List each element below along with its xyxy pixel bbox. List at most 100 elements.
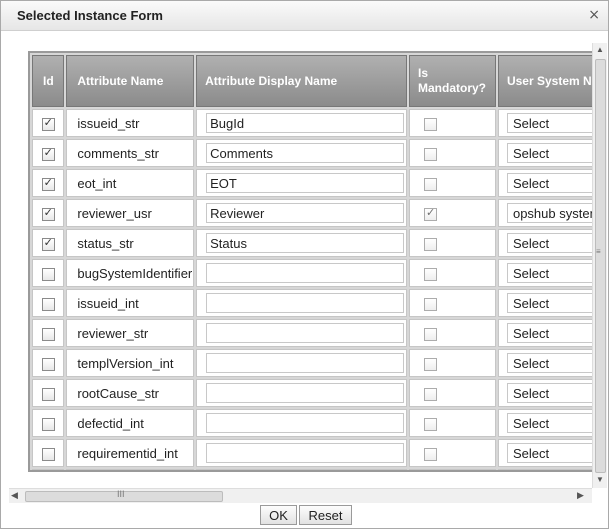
- display-name-input[interactable]: [206, 383, 405, 403]
- id-cell: [32, 139, 65, 167]
- ok-button[interactable]: OK: [260, 505, 297, 525]
- horizontal-scrollbar[interactable]: ◀ III ▶: [9, 488, 592, 503]
- display-name-cell: [196, 109, 407, 137]
- user-system-cell: Select: [497, 259, 592, 287]
- id-checkbox[interactable]: [41, 267, 55, 281]
- user-system-cell: Select: [497, 229, 592, 257]
- id-cell: [32, 379, 65, 407]
- user-system-cell: Select: [497, 289, 592, 317]
- vertical-grip-icon: ≡: [596, 247, 601, 256]
- display-name-input[interactable]: [206, 233, 405, 253]
- mandatory-checkbox[interactable]: [423, 147, 437, 161]
- mandatory-checkbox[interactable]: [423, 267, 437, 281]
- mandatory-checkbox[interactable]: [423, 447, 437, 461]
- user-system-select[interactable]: Select: [506, 263, 592, 283]
- user-system-select[interactable]: opshub system: [506, 203, 592, 223]
- vertical-scroll-thumb[interactable]: [595, 59, 606, 473]
- id-checkbox[interactable]: [41, 417, 55, 431]
- user-system-select[interactable]: Select: [506, 233, 592, 253]
- display-name-input[interactable]: [206, 413, 405, 433]
- display-name-input[interactable]: [206, 113, 405, 133]
- attribute-name-cell: status_str: [66, 229, 195, 257]
- user-system-select[interactable]: Select: [506, 173, 592, 193]
- table-row: issueid_str Select: [32, 109, 592, 137]
- user-system-select[interactable]: Select: [506, 353, 592, 373]
- id-checkbox[interactable]: [41, 146, 55, 161]
- mandatory-checkbox[interactable]: [423, 237, 437, 251]
- id-checkbox[interactable]: [41, 236, 55, 251]
- close-icon[interactable]: ×: [588, 7, 600, 23]
- table-row: requirementid_int Select: [32, 439, 592, 467]
- display-name-input[interactable]: [206, 443, 405, 463]
- mandatory-cell: [408, 229, 496, 257]
- header-is-mandatory: Is Mandatory?: [408, 55, 496, 107]
- mandatory-cell: [408, 169, 496, 197]
- display-name-cell: [196, 379, 407, 407]
- dialog-titlebar[interactable]: Selected Instance Form ×: [1, 1, 608, 31]
- mandatory-checkbox[interactable]: [423, 117, 437, 131]
- vertical-scrollbar[interactable]: ▲ ≡ ▼: [592, 43, 607, 488]
- scroll-right-icon[interactable]: ▶: [577, 490, 584, 501]
- user-system-select[interactable]: Select: [506, 143, 592, 163]
- id-checkbox[interactable]: [41, 387, 55, 401]
- user-system-select[interactable]: Select: [506, 443, 592, 463]
- mandatory-checkbox[interactable]: [423, 297, 437, 311]
- attribute-table-frame: Id Attribute Name Attribute Display Name…: [28, 51, 592, 472]
- display-name-input[interactable]: [206, 293, 405, 313]
- user-system-select[interactable]: Select: [506, 413, 592, 433]
- id-checkbox[interactable]: [41, 116, 55, 131]
- mandatory-checkbox[interactable]: [423, 327, 437, 341]
- attribute-name-cell: eot_int: [66, 169, 195, 197]
- mandatory-checkbox[interactable]: [423, 177, 437, 191]
- display-name-input[interactable]: [206, 203, 405, 223]
- display-name-input[interactable]: [206, 173, 405, 193]
- display-name-input[interactable]: [206, 143, 405, 163]
- attribute-table-body: issueid_strSelectcomments_strSelecteot_i…: [32, 109, 592, 470]
- table-row: issueid_int Select: [32, 289, 592, 317]
- scroll-up-icon[interactable]: ▲: [596, 45, 604, 54]
- display-name-cell: [196, 439, 407, 467]
- user-system-select[interactable]: Select: [506, 113, 592, 133]
- id-checkbox[interactable]: [41, 206, 55, 221]
- user-system-cell: Select: [497, 349, 592, 377]
- attribute-name-cell: templVersion_int: [66, 349, 195, 377]
- table-row: comments_str Select: [32, 139, 592, 167]
- display-name-input[interactable]: [206, 353, 405, 373]
- id-cell: [32, 349, 65, 377]
- table-row: defectid_int Select: [32, 409, 592, 437]
- user-system-select[interactable]: Select: [506, 383, 592, 403]
- id-cell: [32, 409, 65, 437]
- attribute-name-cell: issueid_int: [66, 289, 195, 317]
- mandatory-cell: [408, 319, 496, 347]
- attribute-name-cell: defectid_int: [66, 409, 195, 437]
- user-system-select[interactable]: Select: [506, 293, 592, 313]
- mandatory-checkbox[interactable]: [423, 387, 437, 401]
- user-system-cell: Select: [497, 379, 592, 407]
- id-checkbox[interactable]: [41, 447, 55, 461]
- id-checkbox[interactable]: [41, 176, 55, 191]
- mandatory-cell: [408, 139, 496, 167]
- scroll-left-icon[interactable]: ◀: [11, 490, 18, 501]
- id-cell: [32, 259, 65, 287]
- user-system-select[interactable]: Select: [506, 323, 592, 343]
- display-name-cell: [196, 169, 407, 197]
- mandatory-checkbox[interactable]: [423, 357, 437, 371]
- mandatory-checkbox[interactable]: [423, 417, 437, 431]
- user-system-cell: Select: [497, 139, 592, 167]
- reset-button[interactable]: Reset: [299, 505, 352, 525]
- table-row: templVersion_int Select: [32, 349, 592, 377]
- id-checkbox[interactable]: [41, 327, 55, 341]
- display-name-cell: [196, 289, 407, 317]
- id-cell: [32, 439, 65, 467]
- display-name-input[interactable]: [206, 263, 405, 283]
- mandatory-checkbox[interactable]: [423, 206, 437, 221]
- display-name-input[interactable]: [206, 323, 405, 343]
- table-row: bugSystemIdentifier Select: [32, 259, 592, 287]
- id-checkbox[interactable]: [41, 357, 55, 371]
- mandatory-cell: [408, 379, 496, 407]
- mandatory-cell: [408, 469, 496, 470]
- scroll-down-icon[interactable]: ▼: [596, 475, 604, 484]
- display-name-cell: [196, 199, 407, 227]
- user-system-cell: Select: [497, 439, 592, 467]
- id-checkbox[interactable]: [41, 297, 55, 311]
